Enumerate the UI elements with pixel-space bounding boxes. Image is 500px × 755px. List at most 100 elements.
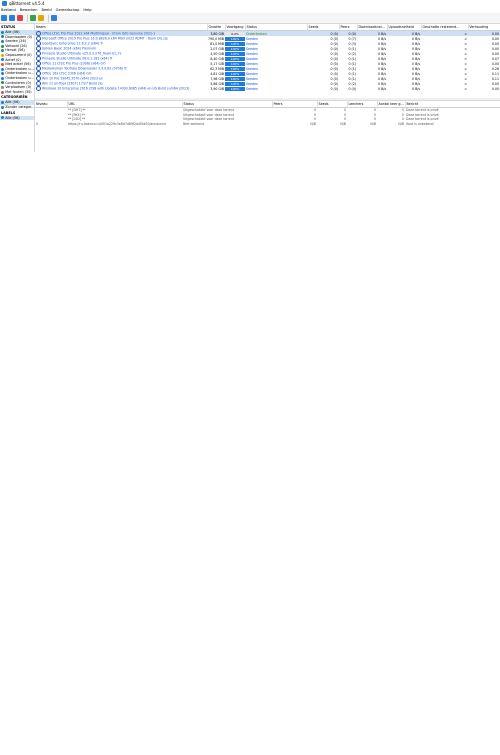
progress-bar: 100% [225,46,245,51]
progress-bar: 100% [225,81,245,86]
progress-bar: 0.0% [225,31,245,36]
status-dot-icon [1,53,4,57]
torrent-status: Seeden [246,86,258,91]
resume-icon[interactable] [30,15,36,21]
progress-cell: 100% [225,81,245,86]
progress-cell: 100% [225,51,245,56]
torrent-seeds: 0 (0) [330,86,338,91]
sidebar-item-label: Met fouten (30) [5,89,32,94]
status-dot-icon [1,39,4,43]
progress-label: 100% [230,86,240,91]
progress-label: 100% [230,36,240,41]
status-dot-icon [1,62,4,66]
torrent-list: Naam Grootte Voortgang Status Seeds Peers Down… [35,24,500,98]
add-link-icon[interactable] [1,15,7,21]
progress-label: 100% [230,41,240,46]
torrent-size: 61,0 MiB [210,41,224,46]
menu-bestand[interactable]: Bestand [1,8,16,12]
status-dot-icon [1,58,4,62]
torrent-ratio: 0.00 [491,86,499,91]
tracker-status: Niet werkend [183,121,205,126]
sidebar-item-label: Alle (56) [5,115,20,120]
torrent-eta: ∞ [464,86,467,91]
pause-icon[interactable] [38,15,44,21]
menu-bewerken[interactable]: Bewerken [20,8,38,12]
torrent-name-text: Office 16x LTSC 2306 (x64) GO [42,71,92,76]
torrent-size: 7,98 GiB [210,76,224,81]
torrent-size: 3,80 GiB [207,30,225,36]
torrent-name: Windows 10 Enterprise 2016 LTSB with Upd… [35,86,207,91]
torrent-size: 5,86 GiB [210,81,224,86]
status-dot-icon [1,101,4,105]
torrent-name-text: Office LTSC Pro Plus 2021 x64 Multilingu… [42,31,156,36]
torrent-size: 4,81 GiB [210,71,224,76]
torrent-size: 5,17 GiB [210,61,224,66]
progress-bar: 100% [225,66,245,71]
progress-bar: 100% [225,36,245,41]
tracker-peers: N/B [310,121,316,126]
torrent-name-text: Office 21 LTSC Pro Plus (2306) (x64) GO [42,61,106,66]
progress-bar: 100% [225,86,245,91]
progress-cell: 100% [225,76,245,81]
torrent-name-text: Windows 10 Enterprise 2016 LTSB with Upd… [42,86,190,91]
sidebar-item-label[interactable]: Alle (56) [0,115,34,121]
torrent-size: 62,3 MiB [210,66,224,71]
progress-label: 100% [230,56,240,61]
progress-cell: 100% [225,66,245,71]
title-bar: qBittorrent v4.5.4 [0,0,500,7]
progress-bar: 100% [225,56,245,61]
sidebar-item-label: Zonder categor... [5,104,35,109]
status-dot-icon [1,90,4,94]
progress-cell: 100% [225,56,245,61]
progress-label: 100% [230,46,240,51]
progress-cell: 100% [225,41,245,46]
tracker-message: Host is onbekend [406,121,434,126]
torrent-name-text: Sohlen Basic 2024 (x64) Premium [42,46,97,51]
status-dot-icon [1,81,4,85]
delete-icon[interactable] [17,15,23,21]
torrent-size: 3,90 GiB [210,86,224,91]
torrent-name-text: Win 10 Pro 19045.3570 (x64) 2023 en [42,76,103,81]
progress-label: 100% [230,61,240,66]
status-dot-icon [1,85,4,89]
torrent-name-text: Microsoft Office 2019 Pro Plus 16.0.8826… [42,36,168,41]
torrent-down: 0 B/s [378,86,386,91]
progress-bar: 100% [225,41,245,46]
progress-label: 100% [230,76,240,81]
torrent-size: 8,40 GiB [210,56,224,61]
progress-label: 100% [230,81,240,86]
torrent-name-text: Pinnacle Studio Ultimate v25.0.2.276_Tea… [42,51,122,56]
status-dot-icon [1,44,4,48]
settings-icon[interactable] [51,15,57,21]
torrent-up: 0 B/s [412,86,420,91]
torrent-name-text: GoodSync Enterprise 11.6.2.2 (x64) Tr [42,41,103,46]
status-dot-icon [1,35,4,39]
torrent-size: 2,07 GiB [210,46,224,51]
menu-gereedschap[interactable]: Gereedschap [56,8,80,12]
tracker-downloaded: N/B [398,121,404,126]
progress-bar: 100% [225,51,245,56]
status-dot-icon [1,105,4,109]
status-dot-icon [1,116,4,120]
progress-label: 0.0% [231,31,239,36]
torrent-name-text: Win 11 en-fbox (2307) 17/27 Build zip [42,81,103,86]
sidebar-item-category[interactable]: Zonder categor... [0,105,34,110]
torrent-name-text: MediaHuman YouTube Downloader 3.9.9.82 (… [42,66,127,71]
window-title: qBittorrent v4.5.4 [9,1,45,6]
progress-label: 100% [230,71,240,76]
tracker-row[interactable]: 0 https://ru.itaenco.ru/001a229c3e6d7d89f… [35,122,500,127]
menu-help[interactable]: Help [83,8,91,12]
progress-bar: 100% [225,76,245,81]
torrent-status-icon [36,86,41,91]
progress-cell: 100% [225,86,245,91]
progress-cell: 100% [225,61,245,66]
torrent-row[interactable]: Windows 10 Enterprise 2016 LTSB with Upd… [35,86,500,91]
status-dot-icon [1,30,4,34]
torrent-size: 4,50 GiB [210,51,224,56]
toolbar-divider [48,14,49,22]
menu-beeld[interactable]: Beeld [41,8,51,12]
status-dot-icon [1,72,4,76]
toolbar [0,13,500,24]
add-torrent-icon[interactable] [9,15,15,21]
sidebar-item-status[interactable]: Met fouten (30) [0,90,34,95]
